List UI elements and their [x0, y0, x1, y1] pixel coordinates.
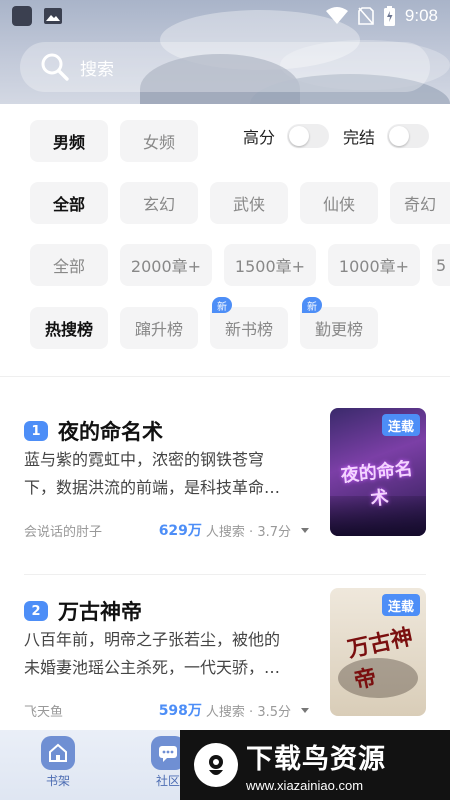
high-score-switch[interactable]	[287, 124, 330, 148]
book-author: 会说话的肘子	[24, 524, 103, 540]
book-description: 八百年前，明帝之子张若尘，被他的 未婚妻池瑶公主杀死，一代天骄，…	[24, 626, 309, 682]
completed-switch[interactable]	[387, 124, 430, 148]
tab-label: 女频	[142, 133, 175, 152]
book-title: 夜的命名术	[58, 420, 163, 444]
rank-badge: 2	[24, 601, 48, 621]
chip-label: 1000章+	[338, 257, 410, 276]
genre-chip[interactable]: 全部	[30, 182, 108, 224]
chapter-filter-row: 全部 2000章+ 1500章+ 1000章+ 5	[30, 244, 450, 286]
toggle-label: 完结	[343, 128, 376, 147]
status-bar: 9:08	[0, 0, 450, 32]
wifi-icon	[325, 7, 348, 24]
section-divider	[0, 376, 450, 377]
book-item[interactable]: 1 夜的命名术 蓝与紫的霓虹中，浓密的钢铁苍穹 下，数据洪流的前端，是科技革命……	[24, 408, 426, 556]
book-description: 蓝与紫的霓虹中，浓密的钢铁苍穹 下，数据洪流的前端，是科技革命…	[24, 446, 309, 502]
chip-label: 2000章+	[130, 257, 202, 276]
new-badge: 新	[212, 297, 232, 313]
book-cover[interactable]: 万古神帝 连载	[330, 588, 426, 716]
genre-chip[interactable]: 仙侠	[300, 182, 378, 224]
book-title-row: 1 夜的命名术	[24, 416, 163, 446]
cover-title: 夜的命名术	[339, 458, 414, 510]
book-cover[interactable]: 夜的命名术 连载	[330, 408, 426, 536]
chapter-chip[interactable]: 1000章+	[328, 244, 420, 286]
chip-label: 蹿升榜	[134, 320, 183, 339]
serializing-tag: 连载	[381, 414, 420, 436]
tab-female[interactable]: 女频	[120, 120, 198, 162]
chip-label: 仙侠	[322, 195, 355, 214]
toggle-high-score[interactable]: 高分	[243, 124, 330, 148]
gender-tabs: 男频 女频	[30, 120, 198, 162]
ranking-tab-new[interactable]: 新 新书榜	[210, 297, 288, 349]
rank-badge: 1	[24, 421, 48, 441]
header-background: 9:08 搜索	[0, 0, 450, 104]
description-line: 八百年前，明帝之子张若尘，被他的	[24, 630, 281, 649]
book-meta: 飞天鱼 598万 人搜索 · 3.5分	[24, 700, 309, 720]
genre-filter-row: 全部 玄幻 武侠 仙侠 奇幻	[30, 182, 450, 224]
description-line: 未婚妻池瑶公主杀死，一代天骄，…	[24, 658, 281, 677]
ranking-tab-hot[interactable]: 热搜榜	[30, 307, 108, 349]
chip-label: 全部	[52, 257, 85, 276]
book-item[interactable]: 2 万古神帝 八百年前，明帝之子张若尘，被他的 未婚妻池瑶公主杀死，一代天骄，……	[24, 588, 426, 736]
dropdown-caret-icon[interactable]	[301, 527, 309, 533]
bird-logo-icon	[194, 743, 238, 787]
nav-label: 书架	[45, 774, 70, 788]
genre-chip[interactable]: 玄幻	[120, 182, 198, 224]
filter-panel: 男频 女频 高分 完结 全部 玄幻 武侠 仙侠 奇幻 全部 2000章+ 150…	[0, 104, 450, 376]
toggle-completed[interactable]: 完结	[343, 124, 430, 148]
chip-label: 全部	[52, 195, 85, 214]
search-suffix: 人搜索 · 3.5分	[205, 704, 291, 720]
watermark-url: www.xiazainiao.com	[246, 778, 364, 793]
search-placeholder: 搜索	[80, 59, 114, 80]
switch-knob	[289, 126, 310, 146]
watermark-text: 下载鸟资源 www.xiazainiao.com	[246, 737, 386, 793]
genre-chip[interactable]: 奇幻	[390, 182, 450, 224]
search-suffix: 人搜索 · 3.7分	[205, 524, 291, 540]
switch-knob	[389, 126, 410, 146]
search-count: 629万	[158, 523, 202, 539]
chapter-chip[interactable]: 1500章+	[224, 244, 316, 286]
search-bar[interactable]: 搜索	[20, 42, 430, 92]
app-notification-icon	[12, 6, 32, 26]
new-badge: 新	[302, 297, 322, 313]
nav-bookshelf[interactable]: 书架	[33, 736, 83, 789]
chip-label: 新书榜	[224, 320, 273, 339]
book-title-row: 2 万古神帝	[24, 596, 142, 626]
chapter-chip[interactable]: 全部	[30, 244, 108, 286]
book-title: 万古神帝	[58, 600, 142, 624]
description-line: 下，数据洪流的前端，是科技革命…	[24, 478, 281, 497]
tab-male[interactable]: 男频	[30, 120, 108, 162]
genre-chip[interactable]: 武侠	[210, 182, 288, 224]
chip-label: 武侠	[232, 195, 265, 214]
chapter-chip[interactable]: 5	[432, 244, 450, 286]
watermark-title: 下载鸟资源	[246, 744, 386, 775]
chip-label: 奇幻	[403, 195, 436, 214]
chip-label: 1500章+	[234, 257, 306, 276]
chip-label: 热搜榜	[44, 320, 93, 339]
dropdown-caret-icon[interactable]	[301, 707, 309, 713]
description-line: 蓝与紫的霓虹中，浓密的钢铁苍穹	[24, 450, 265, 469]
tab-label: 男频	[52, 133, 85, 152]
serializing-tag: 连载	[381, 594, 420, 616]
chapter-chip[interactable]: 2000章+	[120, 244, 212, 286]
chip-label: 勤更榜	[314, 320, 363, 339]
no-sim-icon	[358, 7, 374, 25]
ranking-tabs: 热搜榜 蹿升榜 新 新书榜 新 勤更榜	[30, 297, 378, 349]
clock: 9:08	[404, 6, 438, 25]
toggle-label: 高分	[243, 128, 276, 147]
ranking-tab-rising[interactable]: 蹿升榜	[120, 307, 198, 349]
book-author: 飞天鱼	[24, 704, 64, 720]
chip-label: 玄幻	[142, 195, 175, 214]
list-separator	[24, 574, 426, 575]
nav-label: 社区	[155, 774, 180, 788]
chip-label: 5	[436, 255, 447, 275]
home-icon	[41, 736, 75, 770]
image-notification-icon	[44, 8, 62, 24]
ranking-tab-diligent[interactable]: 新 勤更榜	[300, 297, 378, 349]
watermark: 下载鸟资源 www.xiazainiao.com	[180, 730, 450, 800]
battery-charging-icon	[383, 6, 395, 26]
book-meta: 会说话的肘子 629万 人搜索 · 3.7分	[24, 520, 309, 540]
search-count: 598万	[158, 703, 202, 719]
search-icon	[41, 53, 69, 81]
